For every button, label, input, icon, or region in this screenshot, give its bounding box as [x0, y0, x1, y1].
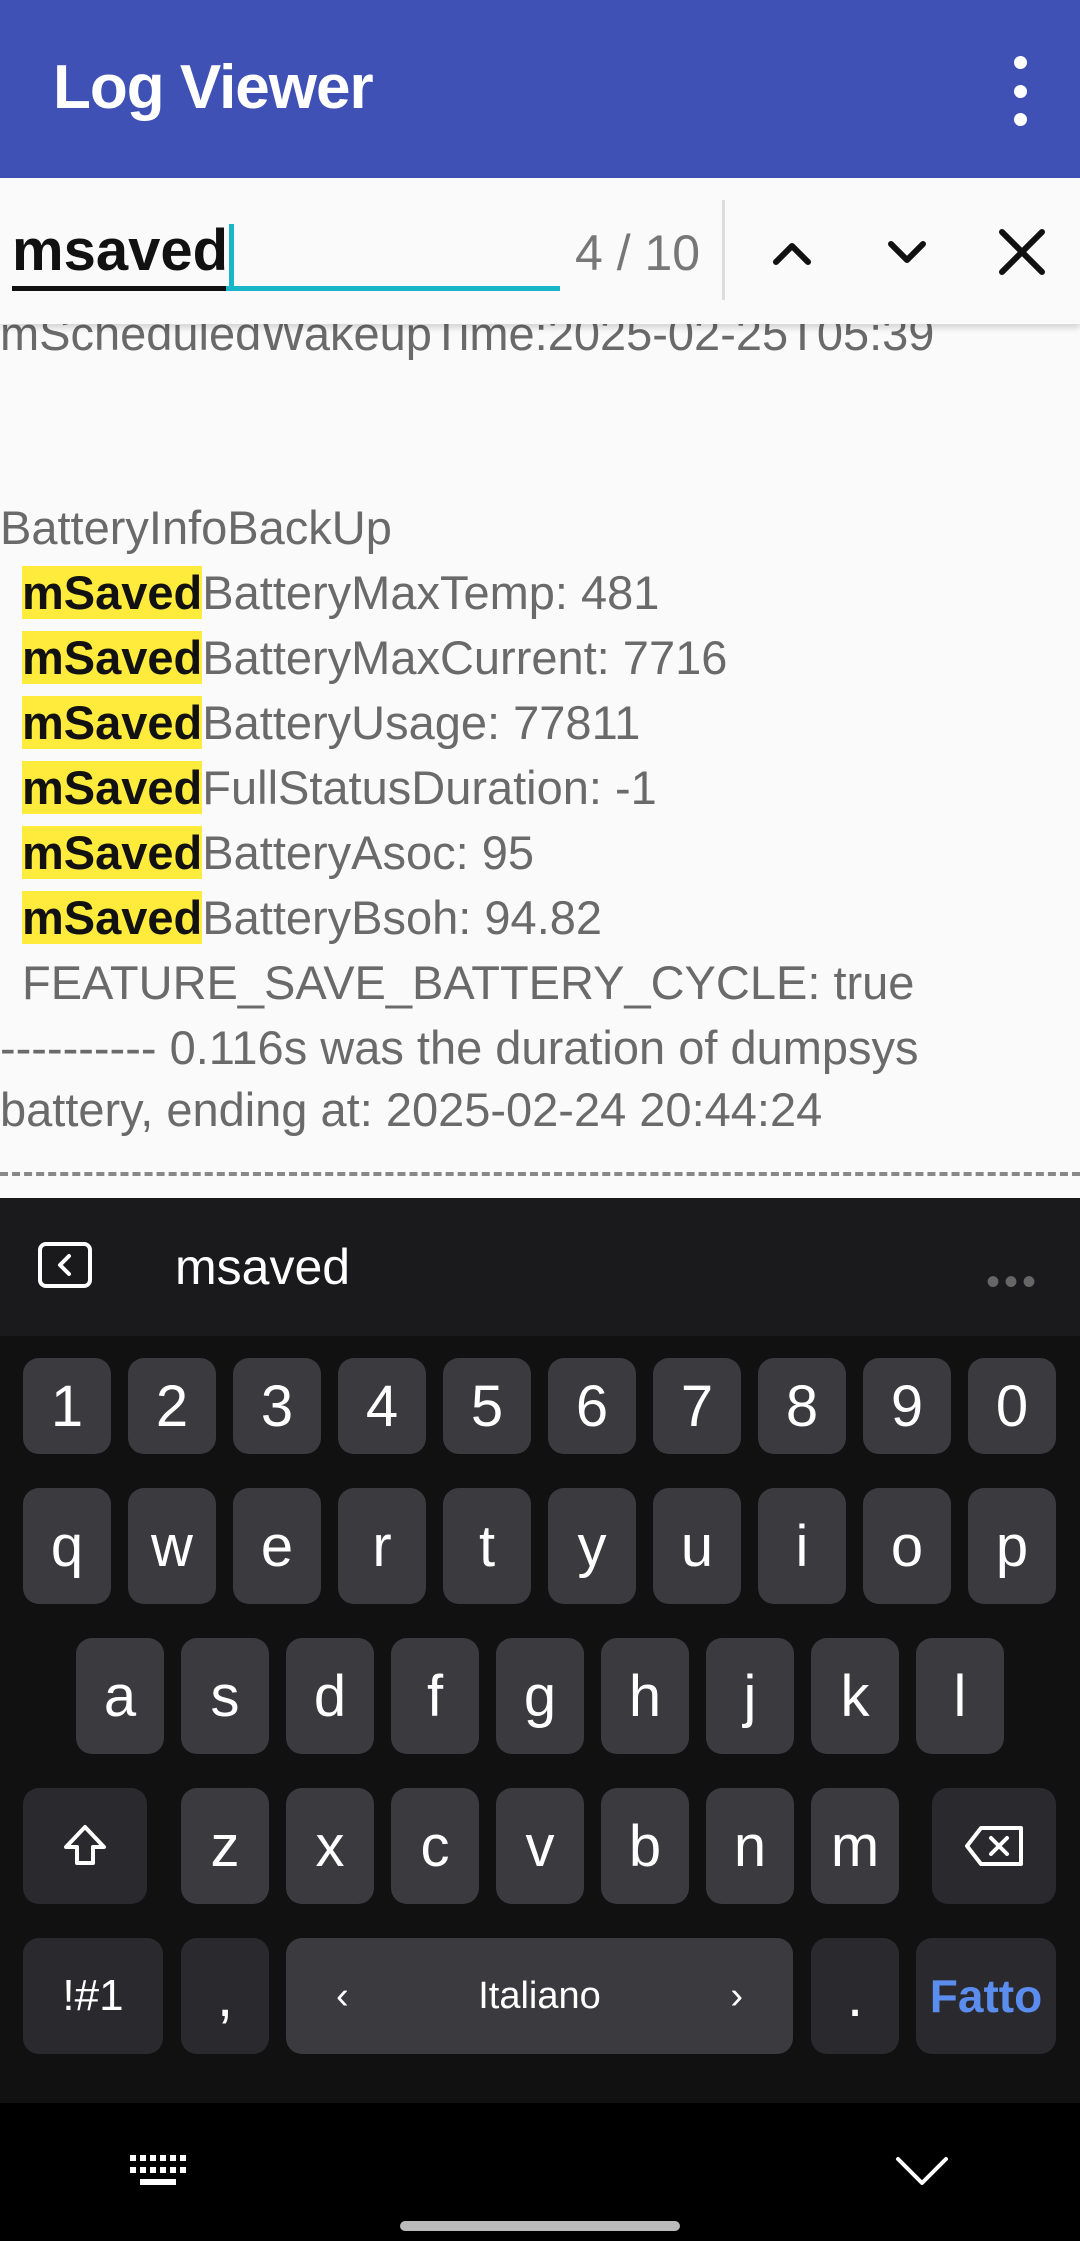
key[interactable]: 7	[653, 1358, 741, 1454]
chevron-up-icon[interactable]	[756, 216, 828, 288]
key[interactable]: 8	[758, 1358, 846, 1454]
key[interactable]: v	[496, 1788, 584, 1904]
hide-keyboard-icon[interactable]	[892, 2149, 952, 2193]
search-match: mSaved	[22, 631, 203, 684]
period-key[interactable]: .	[811, 1938, 899, 2054]
close-icon[interactable]	[986, 216, 1058, 288]
app-bar: Log Viewer	[0, 0, 1080, 178]
key[interactable]: r	[338, 1488, 426, 1604]
lang-next-icon: ›	[730, 1974, 743, 2017]
key[interactable]: 3	[233, 1358, 321, 1454]
find-bar: msaved 4 / 10	[0, 178, 1080, 324]
app-title: Log Viewer	[53, 53, 374, 122]
search-match: mSaved	[22, 826, 203, 879]
search-input[interactable]: msaved	[12, 216, 560, 291]
key[interactable]: 4	[338, 1358, 426, 1454]
key[interactable]: 5	[443, 1358, 531, 1454]
text-caret	[229, 223, 235, 286]
log-line: FEATURE_SAVE_BATTERY_CYCLE: true	[22, 956, 915, 1009]
key[interactable]: g	[496, 1638, 584, 1754]
log-line: ---------- 0.116s was the duration of du…	[0, 1021, 919, 1074]
key[interactable]: y	[548, 1488, 636, 1604]
key[interactable]: 9	[863, 1358, 951, 1454]
key[interactable]: o	[863, 1488, 951, 1604]
key[interactable]: a	[76, 1638, 164, 1754]
key[interactable]: j	[706, 1638, 794, 1754]
log-line: mSavedBatteryAsoc: 95	[22, 826, 535, 879]
key[interactable]: 6	[548, 1358, 636, 1454]
toolbar-collapse-icon[interactable]	[38, 1242, 92, 1288]
key[interactable]: l	[916, 1638, 1004, 1754]
shift-icon	[64, 1825, 106, 1865]
key[interactable]: f	[391, 1638, 479, 1754]
navigation-bar	[0, 2103, 1080, 2241]
log-line: mSavedBatteryMaxCurrent: 7716	[22, 631, 728, 684]
symbols-key[interactable]: !#1	[23, 1938, 163, 2054]
match-count: 4 / 10	[575, 225, 701, 281]
log-line: BatteryInfoBackUp	[0, 501, 392, 554]
key[interactable]: q	[23, 1488, 111, 1604]
space-language-label: Italiano	[478, 1974, 601, 2017]
key[interactable]: n	[706, 1788, 794, 1904]
key[interactable]: d	[286, 1638, 374, 1754]
separator-line	[0, 1172, 1080, 1182]
key[interactable]: 1	[23, 1358, 111, 1454]
shift-key[interactable]	[23, 1788, 147, 1904]
key[interactable]: e	[233, 1488, 321, 1604]
log-line: battery, ending at: 2025-02-24 20:44:24	[0, 1083, 823, 1136]
keyboard-icon[interactable]	[128, 2151, 188, 2191]
comma-key[interactable]: ,	[181, 1938, 269, 2054]
search-match: mSaved	[22, 761, 203, 814]
log-line: mSavedFullStatusDuration: -1	[22, 761, 657, 814]
divider	[722, 200, 725, 300]
soft-keyboard: msaved ••• 1 2 3 4 5 6 7 8 9 0 q w e r t…	[0, 1198, 1080, 2241]
lang-prev-icon: ‹	[336, 1974, 349, 2017]
input-underline	[12, 286, 226, 291]
log-line: mSavedBatteryBsoh: 94.82	[22, 891, 603, 944]
log-line: mSavedBatteryUsage: 77811	[22, 696, 641, 749]
key[interactable]: m	[811, 1788, 899, 1904]
key[interactable]: 2	[128, 1358, 216, 1454]
space-key[interactable]: ‹ Italiano ›	[286, 1938, 793, 2054]
suggestion-word[interactable]: msaved	[175, 1238, 350, 1296]
key[interactable]: z	[181, 1788, 269, 1904]
search-input-text: msaved	[12, 218, 229, 283]
key[interactable]: t	[443, 1488, 531, 1604]
key[interactable]: p	[968, 1488, 1056, 1604]
backspace-icon	[965, 1826, 1023, 1866]
search-match: mSaved	[22, 566, 203, 619]
key[interactable]: c	[391, 1788, 479, 1904]
key[interactable]: b	[601, 1788, 689, 1904]
key[interactable]: s	[181, 1638, 269, 1754]
search-match: mSaved	[22, 696, 203, 749]
done-key[interactable]: Fatto	[916, 1938, 1056, 2054]
chevron-down-icon[interactable]	[871, 216, 943, 288]
key[interactable]: i	[758, 1488, 846, 1604]
more-vert-icon[interactable]	[990, 56, 1050, 126]
home-handle[interactable]	[400, 2221, 680, 2231]
more-horiz-icon[interactable]: •••	[986, 1260, 1040, 1305]
key[interactable]: w	[128, 1488, 216, 1604]
log-line: mSavedBatteryMaxTemp: 481	[22, 566, 660, 619]
key[interactable]: k	[811, 1638, 899, 1754]
key[interactable]: u	[653, 1488, 741, 1604]
key[interactable]: 0	[968, 1358, 1056, 1454]
log-content[interactable]: mScheduledWakeupTime:2025-02-25T05:39 Ba…	[0, 310, 1080, 1200]
key[interactable]: h	[601, 1638, 689, 1754]
suggestion-bar: msaved •••	[0, 1198, 1080, 1336]
search-match: mSaved	[22, 891, 203, 944]
key[interactable]: x	[286, 1788, 374, 1904]
backspace-key[interactable]	[932, 1788, 1056, 1904]
